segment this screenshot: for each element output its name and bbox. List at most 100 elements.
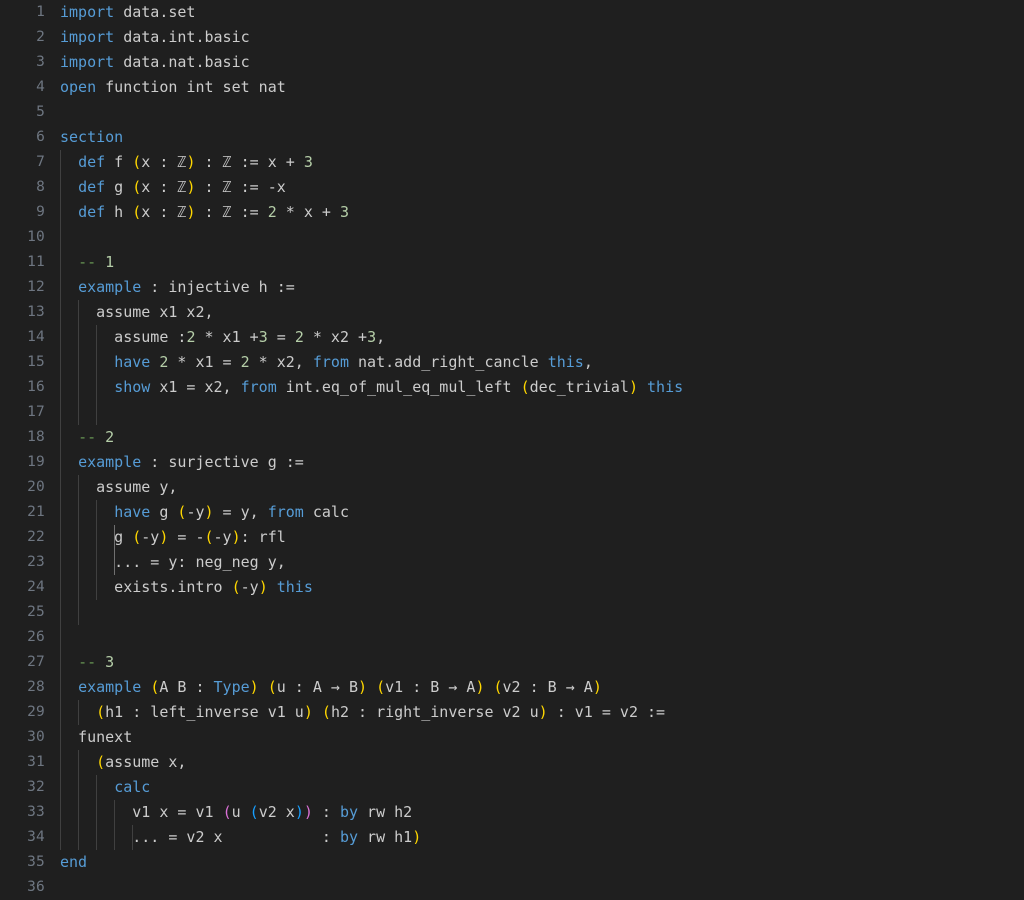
code-text: v1 x = v1 (u (v2 x)) : by rw h2 — [60, 803, 413, 821]
code-text: have 2 * x1 = 2 * x2, from nat.add_right… — [114, 353, 593, 371]
editor-line[interactable]: 33 v1 x = v1 (u (v2 x)) : by rw h2 — [0, 800, 1024, 825]
editor-line[interactable]: 18 -- 2 — [0, 425, 1024, 450]
line-number: 20 — [27, 479, 45, 495]
line-number: 3 — [36, 54, 45, 70]
editor-line[interactable]: 28 example (A B : Type) (u : A → B) (v1 … — [0, 675, 1024, 700]
code-text: assume :2 * x1 +3 = 2 * x2 +3, — [60, 328, 386, 346]
line-number: 5 — [36, 104, 45, 120]
line-number: 31 — [27, 754, 45, 770]
line-number: 13 — [27, 304, 45, 320]
editor-line[interactable]: 1 import data.set — [0, 0, 1024, 25]
editor-line[interactable]: 12 example : injective h := — [0, 275, 1024, 300]
indent-guide — [60, 225, 61, 250]
editor-line[interactable]: 22 g (-y) = -(-y): rfl — [0, 525, 1024, 550]
editor-line[interactable]: 13 assume x1 x2, — [0, 300, 1024, 325]
editor-line[interactable]: 8 def g (x : ℤ) : ℤ := -x — [0, 175, 1024, 200]
line-number: 35 — [27, 854, 45, 870]
code-text: calc — [114, 778, 151, 796]
editor-line[interactable]: 27 -- 3 — [0, 650, 1024, 675]
code-text: have g (-y) = y, from calc — [114, 503, 349, 521]
line-number: 14 — [27, 329, 45, 345]
indent-guide — [60, 600, 61, 625]
line-number: 36 — [27, 879, 45, 895]
code-text: -- 1 — [78, 253, 115, 271]
editor-line[interactable]: 9 def h (x : ℤ) : ℤ := 2 * x + 3 — [0, 200, 1024, 225]
line-number: 18 — [27, 429, 45, 445]
editor-line[interactable]: 15 have 2 * x1 = 2 * x2, from nat.add_ri… — [0, 350, 1024, 375]
editor-line[interactable]: 29 (h1 : left_inverse v1 u) (h2 : right_… — [0, 700, 1024, 725]
editor-line[interactable]: 23 ... = y: neg_neg y, — [0, 550, 1024, 575]
editor-line[interactable]: 17 — [0, 400, 1024, 425]
line-number: 33 — [27, 804, 45, 820]
code-text: import data.set — [60, 3, 196, 21]
line-number: 27 — [27, 654, 45, 670]
code-text: import data.nat.basic — [60, 53, 250, 71]
line-number: 19 — [27, 454, 45, 470]
code-text: (assume x, — [96, 753, 187, 771]
editor-line[interactable]: 30 funext — [0, 725, 1024, 750]
code-text: section — [60, 128, 124, 146]
editor-line[interactable]: 2 import data.int.basic — [0, 25, 1024, 50]
editor-line[interactable]: 32 calc — [0, 775, 1024, 800]
line-number: 24 — [27, 579, 45, 595]
line-number: 17 — [27, 404, 45, 420]
line-number: 1 — [36, 4, 45, 20]
editor-line[interactable]: 11 -- 1 — [0, 250, 1024, 275]
editor-line[interactable]: 25 — [0, 600, 1024, 625]
code-text: g (-y) = -(-y): rfl — [60, 528, 286, 546]
editor-line[interactable]: 6 section — [0, 125, 1024, 150]
line-number: 9 — [36, 204, 45, 220]
indent-guide — [60, 625, 61, 650]
code-text: def f (x : ℤ) : ℤ := x + 3 — [78, 153, 313, 171]
editor-line[interactable]: 16 show x1 = x2, from int.eq_of_mul_eq_m… — [0, 375, 1024, 400]
line-number: 10 — [27, 229, 45, 245]
code-text: (h1 : left_inverse v1 u) (h2 : right_inv… — [96, 703, 666, 721]
indent-guide — [78, 400, 79, 425]
line-number: 32 — [27, 779, 45, 795]
line-number: 26 — [27, 629, 45, 645]
line-number: 21 — [27, 504, 45, 520]
code-text: assume y, — [60, 478, 178, 496]
editor-line[interactable]: 4 open function int set nat — [0, 75, 1024, 100]
editor-line[interactable]: 34 ... = v2 x : by rw h1) — [0, 825, 1024, 850]
line-number: 22 — [27, 529, 45, 545]
code-text: import data.int.basic — [60, 28, 250, 46]
code-text: show x1 = x2, from int.eq_of_mul_eq_mul_… — [114, 378, 684, 396]
editor-line[interactable]: 21 have g (-y) = y, from calc — [0, 500, 1024, 525]
code-text: ... = y: neg_neg y, — [60, 553, 286, 571]
code-editor[interactable]: 1 import data.set 2 import data.int.basic 3 i… — [0, 0, 1024, 895]
code-text: example (A B : Type) (u : A → B) (v1 : B… — [78, 678, 602, 696]
line-number: 16 — [27, 379, 45, 395]
editor-line[interactable]: 35 end — [0, 850, 1024, 875]
editor-line[interactable]: 24 exists.intro (-y) this — [0, 575, 1024, 600]
editor-line[interactable]: 20 assume y, — [0, 475, 1024, 500]
editor-line[interactable]: 10 — [0, 225, 1024, 250]
editor-line[interactable]: 3 import data.nat.basic — [0, 50, 1024, 75]
code-text: open function int set nat — [60, 78, 286, 96]
code-text: assume x1 x2, — [60, 303, 214, 321]
editor-line[interactable]: 5 — [0, 100, 1024, 125]
indent-guide — [96, 400, 97, 425]
line-number: 15 — [27, 354, 45, 370]
code-text: example : injective h := — [78, 278, 295, 296]
indent-guide — [78, 600, 79, 625]
line-number: 12 — [27, 279, 45, 295]
code-text: end — [60, 853, 88, 871]
editor-line[interactable]: 31 (assume x, — [0, 750, 1024, 775]
line-number: 6 — [36, 129, 45, 145]
code-text: example : surjective g := — [78, 453, 304, 471]
line-number: 8 — [36, 179, 45, 195]
editor-line[interactable]: 14 assume :2 * x1 +3 = 2 * x2 +3, — [0, 325, 1024, 350]
code-text: funext — [60, 728, 133, 746]
line-number: 11 — [27, 254, 45, 270]
editor-line[interactable]: 36 — [0, 875, 1024, 900]
code-text: ... = v2 x : by rw h1) — [60, 828, 422, 846]
line-number: 28 — [27, 679, 45, 695]
editor-line[interactable]: 19 example : surjective g := — [0, 450, 1024, 475]
editor-line[interactable]: 7 def f (x : ℤ) : ℤ := x + 3 — [0, 150, 1024, 175]
line-number: 2 — [36, 29, 45, 45]
line-number: 30 — [27, 729, 45, 745]
editor-line[interactable]: 26 — [0, 625, 1024, 650]
indent-guide — [60, 400, 61, 425]
code-text: def h (x : ℤ) : ℤ := 2 * x + 3 — [78, 203, 349, 221]
